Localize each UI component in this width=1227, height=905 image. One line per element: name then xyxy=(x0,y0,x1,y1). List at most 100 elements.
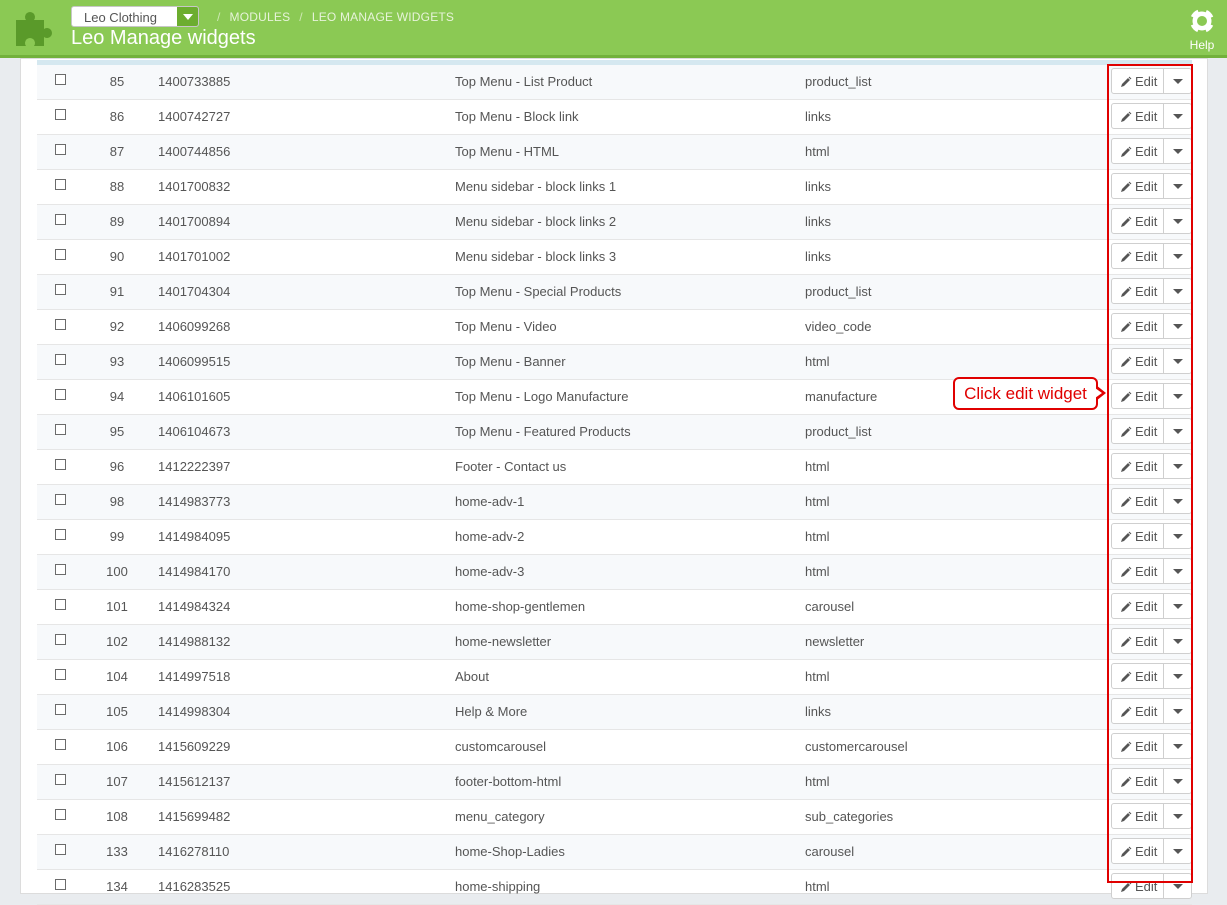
cell-key: 1414983773 xyxy=(158,494,231,509)
breadcrumb-modules[interactable]: MODULES xyxy=(230,10,291,24)
actions-dropdown-toggle[interactable] xyxy=(1163,173,1192,199)
edit-button[interactable]: Edit xyxy=(1111,453,1164,479)
row-checkbox[interactable] xyxy=(55,704,66,715)
edit-button[interactable]: Edit xyxy=(1111,348,1164,374)
edit-button[interactable]: Edit xyxy=(1111,138,1164,164)
edit-button[interactable]: Edit xyxy=(1111,768,1164,794)
row-checkbox[interactable] xyxy=(55,774,66,785)
help-button[interactable]: Help xyxy=(1187,6,1217,52)
edit-button[interactable]: Edit xyxy=(1111,838,1164,864)
edit-button[interactable]: Edit xyxy=(1111,698,1164,724)
actions-dropdown-toggle[interactable] xyxy=(1163,208,1192,234)
row-checkbox[interactable] xyxy=(55,424,66,435)
edit-button[interactable]: Edit xyxy=(1111,68,1164,94)
cell-id: 95 xyxy=(109,424,125,439)
edit-button[interactable]: Edit xyxy=(1111,103,1164,129)
row-checkbox[interactable] xyxy=(55,599,66,610)
actions-dropdown-toggle[interactable] xyxy=(1163,698,1192,724)
edit-button[interactable]: Edit xyxy=(1111,593,1164,619)
cell-key: 1406099515 xyxy=(158,354,231,369)
actions-dropdown-toggle[interactable] xyxy=(1163,348,1192,374)
edit-button[interactable]: Edit xyxy=(1111,628,1164,654)
actions-dropdown-toggle[interactable] xyxy=(1163,803,1192,829)
actions-dropdown-toggle[interactable] xyxy=(1163,663,1192,689)
table-row: 96 1412222397 Footer - Contact us html Edit xyxy=(37,450,1192,485)
actions-dropdown-toggle[interactable] xyxy=(1163,733,1192,759)
actions-dropdown-toggle[interactable] xyxy=(1163,453,1192,479)
row-actions: Edit xyxy=(1111,313,1193,339)
actions-dropdown-toggle[interactable] xyxy=(1163,68,1192,94)
edit-button[interactable]: Edit xyxy=(1111,558,1164,584)
row-checkbox[interactable] xyxy=(55,179,66,190)
row-checkbox[interactable] xyxy=(55,319,66,330)
row-actions: Edit xyxy=(1111,803,1193,829)
actions-dropdown-toggle[interactable] xyxy=(1163,243,1192,269)
cell-type: links xyxy=(805,249,832,264)
row-checkbox[interactable] xyxy=(55,494,66,505)
row-checkbox[interactable] xyxy=(55,109,66,120)
actions-dropdown-toggle[interactable] xyxy=(1163,838,1192,864)
edit-button[interactable]: Edit xyxy=(1111,418,1164,444)
cell-name: Top Menu - List Product xyxy=(455,74,593,89)
row-checkbox[interactable] xyxy=(55,144,66,155)
edit-button[interactable]: Edit xyxy=(1111,243,1164,269)
actions-dropdown-toggle[interactable] xyxy=(1163,628,1192,654)
table-row: 99 1414984095 home-adv-2 html Edit xyxy=(37,520,1192,555)
edit-button[interactable]: Edit xyxy=(1111,383,1164,409)
row-checkbox[interactable] xyxy=(55,284,66,295)
actions-dropdown-toggle[interactable] xyxy=(1163,523,1192,549)
cell-type: html xyxy=(805,459,830,474)
edit-button[interactable]: Edit xyxy=(1111,278,1164,304)
cell-id: 108 xyxy=(106,809,128,824)
edit-button[interactable]: Edit xyxy=(1111,873,1164,899)
row-checkbox[interactable] xyxy=(55,249,66,260)
actions-dropdown-toggle[interactable] xyxy=(1163,558,1192,584)
cell-key: 1401700894 xyxy=(158,214,231,229)
edit-button[interactable]: Edit xyxy=(1111,313,1164,339)
row-checkbox[interactable] xyxy=(55,844,66,855)
actions-dropdown-toggle[interactable] xyxy=(1163,138,1192,164)
row-checkbox[interactable] xyxy=(55,739,66,750)
edit-button[interactable]: Edit xyxy=(1111,208,1164,234)
row-checkbox[interactable] xyxy=(55,389,66,400)
actions-dropdown-toggle[interactable] xyxy=(1163,383,1192,409)
actions-dropdown-toggle[interactable] xyxy=(1163,278,1192,304)
table-row: 87 1400744856 Top Menu - HTML html Edit xyxy=(37,135,1192,170)
actions-dropdown-toggle[interactable] xyxy=(1163,768,1192,794)
actions-dropdown-toggle[interactable] xyxy=(1163,313,1192,339)
edit-button[interactable]: Edit xyxy=(1111,173,1164,199)
table-row: 101 1414984324 home-shop-gentlemen carousel… xyxy=(37,590,1192,625)
row-checkbox[interactable] xyxy=(55,354,66,365)
edit-button[interactable]: Edit xyxy=(1111,663,1164,689)
row-checkbox[interactable] xyxy=(55,214,66,225)
edit-button[interactable]: Edit xyxy=(1111,523,1164,549)
actions-dropdown-toggle[interactable] xyxy=(1163,103,1192,129)
row-checkbox[interactable] xyxy=(55,879,66,890)
row-checkbox[interactable] xyxy=(55,669,66,680)
actions-dropdown-toggle[interactable] xyxy=(1163,418,1192,444)
cell-id: 98 xyxy=(109,494,125,509)
row-checkbox[interactable] xyxy=(55,459,66,470)
edit-label: Edit xyxy=(1135,844,1158,859)
cell-id: 106 xyxy=(106,739,128,754)
shop-select[interactable]: Leo Clothing xyxy=(71,6,199,27)
row-checkbox[interactable] xyxy=(55,809,66,820)
row-actions: Edit xyxy=(1111,838,1193,864)
actions-dropdown-toggle[interactable] xyxy=(1163,593,1192,619)
puzzle-icon xyxy=(16,12,52,46)
row-checkbox[interactable] xyxy=(55,529,66,540)
chevron-down-icon[interactable] xyxy=(177,7,198,26)
page-title: Leo Manage widgets xyxy=(71,27,256,49)
edit-button[interactable]: Edit xyxy=(1111,803,1164,829)
row-checkbox[interactable] xyxy=(55,634,66,645)
edit-label: Edit xyxy=(1135,424,1158,439)
edit-button[interactable]: Edit xyxy=(1111,733,1164,759)
pencil-icon xyxy=(1121,706,1132,717)
actions-dropdown-toggle[interactable] xyxy=(1163,488,1192,514)
cell-type: html xyxy=(805,354,830,369)
edit-button[interactable]: Edit xyxy=(1111,488,1164,514)
row-actions: Edit xyxy=(1111,698,1193,724)
actions-dropdown-toggle[interactable] xyxy=(1163,873,1192,899)
row-checkbox[interactable] xyxy=(55,74,66,85)
row-checkbox[interactable] xyxy=(55,564,66,575)
